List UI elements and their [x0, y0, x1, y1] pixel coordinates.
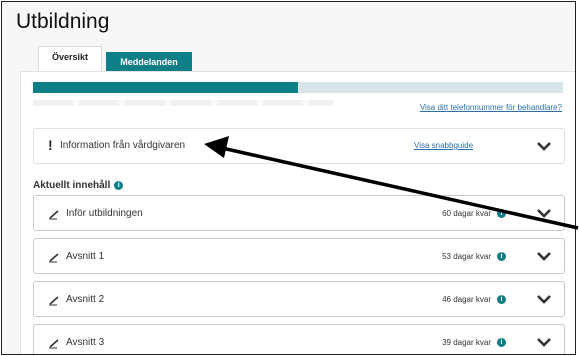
- pencil-icon: [49, 210, 59, 220]
- days-remaining-text: 53 dagar kvar: [442, 252, 491, 261]
- content-item[interactable]: Avsnitt 2 46 dagar kvar i: [33, 281, 565, 317]
- pencil-icon: [49, 296, 59, 306]
- chevron-down-icon[interactable]: [536, 139, 552, 153]
- page-title: Utbildning: [16, 10, 110, 33]
- content-item[interactable]: Avsnitt 3 39 dagar kvar i: [33, 324, 565, 354]
- overview-panel: Visa ditt telefonnummer för behandlare? …: [20, 71, 575, 354]
- content-item[interactable]: Inför utbildningen 60 dagar kvar i: [33, 195, 565, 231]
- info-icon[interactable]: i: [497, 252, 506, 262]
- provider-info-label: Information från vårdgivaren: [60, 140, 186, 151]
- item-label: Inför utbildningen: [66, 208, 143, 219]
- section-heading-label: Aktuellt innehåll: [33, 180, 111, 191]
- days-remaining: 39 dagar kvar i: [442, 338, 506, 348]
- info-icon[interactable]: i: [497, 295, 506, 305]
- info-icon[interactable]: i: [497, 209, 506, 219]
- days-remaining: 46 dagar kvar i: [442, 295, 506, 305]
- content-item[interactable]: Avsnitt 1 53 dagar kvar i: [33, 238, 565, 274]
- days-remaining: 53 dagar kvar i: [442, 252, 506, 262]
- chevron-down-icon[interactable]: [536, 335, 552, 349]
- item-label: Avsnitt 3: [66, 337, 105, 348]
- pencil-icon: [49, 253, 59, 263]
- info-icon[interactable]: i: [497, 338, 506, 348]
- app-frame: Utbildning Översikt Meddelanden Visa dit…: [1, 1, 576, 355]
- chevron-down-icon[interactable]: [536, 249, 552, 263]
- tab-meddelanden[interactable]: Meddelanden: [106, 52, 192, 72]
- pencil-icon: [49, 339, 59, 349]
- item-label: Avsnitt 1: [66, 251, 105, 262]
- days-remaining-text: 39 dagar kvar: [442, 338, 491, 347]
- exclamation-icon: !: [48, 137, 53, 153]
- provider-info-card[interactable]: ! Information från vårdgivaren Visa snab…: [33, 128, 565, 164]
- faint-text-line: [33, 100, 333, 106]
- quick-guide-link[interactable]: Visa snabbguide: [414, 141, 473, 150]
- chevron-down-icon[interactable]: [536, 206, 552, 220]
- chevron-down-icon[interactable]: [536, 292, 552, 306]
- info-icon[interactable]: i: [114, 180, 124, 190]
- section-heading: Aktuellt innehåll i: [33, 180, 124, 191]
- item-label: Avsnitt 2: [66, 294, 105, 305]
- days-remaining-text: 60 dagar kvar: [442, 209, 491, 218]
- days-remaining: 60 dagar kvar i: [442, 209, 506, 219]
- progress-bar: [33, 82, 563, 93]
- days-remaining-text: 46 dagar kvar: [442, 295, 491, 304]
- show-phone-link[interactable]: Visa ditt telefonnummer för behandlare?: [420, 103, 562, 112]
- progress-fill: [33, 82, 298, 93]
- tab-oversikt[interactable]: Översikt: [38, 46, 102, 72]
